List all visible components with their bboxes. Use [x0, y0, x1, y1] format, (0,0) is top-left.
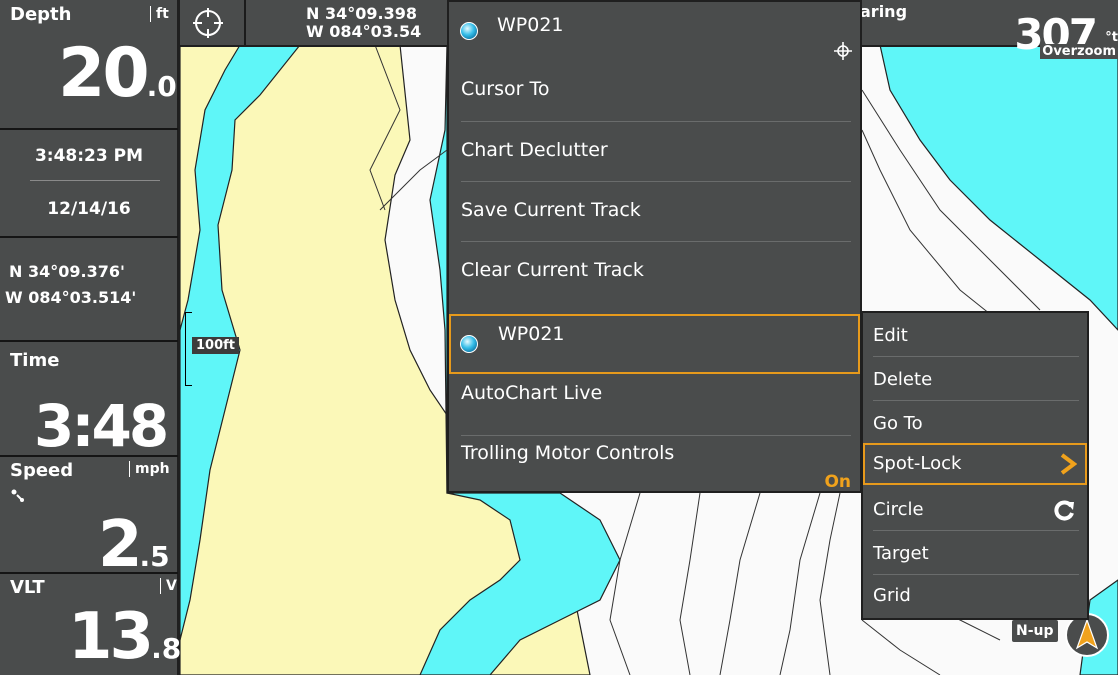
overzoom-label: Overzoom	[1040, 44, 1118, 59]
chevron-right-icon	[1060, 453, 1077, 475]
sidebar-divider	[0, 572, 178, 574]
trolling-status: On	[824, 472, 851, 492]
time-label: Time	[10, 350, 60, 371]
bearing-label: aring	[860, 2, 908, 21]
speed-label: Speed	[10, 460, 74, 481]
menu-header-waypoint[interactable]: WP021	[449, 2, 860, 62]
sidebar-divider	[0, 128, 178, 130]
boat-longitude: W 084°03.514'	[5, 288, 137, 307]
depth-label: Depth	[10, 4, 72, 25]
speed-decimal: .5	[139, 540, 170, 573]
data-sidebar: Depth ft 20.0 3:48:23 PM 12/14/16 N 34°0…	[0, 0, 181, 675]
speed-readout: 2.5	[98, 508, 170, 582]
voltage-label: VLT	[10, 577, 45, 598]
submenu-item-target[interactable]: Target	[863, 533, 1087, 575]
voltage-readout: 13.8	[68, 600, 181, 674]
sidebar-divider	[0, 236, 178, 238]
menu-item-label: WP021	[498, 323, 565, 345]
voltage-decimal: .8	[151, 632, 182, 665]
submenu-item-spot-lock[interactable]: Spot-Lock	[863, 443, 1087, 485]
submenu-item-grid[interactable]: Grid	[863, 575, 1087, 617]
submenu-item-go-to[interactable]: Go To	[863, 403, 1087, 445]
depth-value: 20	[58, 34, 150, 113]
submenu-item-circle[interactable]: Circle	[863, 489, 1087, 531]
menu-item-label: Cursor To	[461, 78, 550, 100]
waypoint-icon	[460, 335, 478, 353]
cursor-latitude: N 34°09.398	[306, 4, 417, 23]
sidebar-separator	[30, 180, 160, 181]
speed-value: 2	[98, 508, 142, 582]
clock-value: 3:48:23 PM	[34, 146, 144, 166]
circle-arrow-icon	[1054, 500, 1074, 521]
topbar-divider	[244, 0, 246, 45]
depth-unit: ft	[150, 6, 169, 22]
menu-item-label: Trolling Motor Controls	[461, 442, 675, 464]
sidebar-divider	[0, 340, 178, 342]
waypoint-icon	[460, 22, 478, 40]
cursor-longitude: W 084°03.54	[306, 22, 422, 41]
submenu-item-label: Go To	[873, 413, 923, 434]
depth-readout: 20.0	[58, 34, 177, 113]
menu-item-chart-declutter[interactable]: Chart Declutter	[449, 122, 860, 182]
menu-separator	[873, 530, 1079, 531]
speed-unit: mph	[129, 461, 170, 477]
submenu-item-delete[interactable]: Delete	[863, 359, 1087, 401]
orientation-label[interactable]: N-up	[1012, 620, 1058, 642]
depth-decimal: .0	[146, 70, 177, 103]
menu-item-clear-current-track[interactable]: Clear Current Track	[449, 242, 860, 302]
submenu-item-edit[interactable]: Edit	[863, 315, 1087, 357]
menu-item-label: AutoChart Live	[461, 382, 603, 404]
menu-item-label: Chart Declutter	[461, 139, 608, 161]
waypoint-submenu: Edit Delete Go To Spot-Lock Circle Targe…	[861, 311, 1089, 620]
time-value: 3:48	[34, 392, 169, 460]
menu-separator	[873, 400, 1079, 401]
menu-item-label: Clear Current Track	[461, 259, 644, 281]
boat-latitude: N 34°09.376'	[9, 262, 125, 281]
map-scale-label: 100ft	[192, 337, 240, 354]
menu-separator	[873, 356, 1079, 357]
fish-finder-screen: 100ft N-up N 34°09.398 W 084°03.54 aring…	[0, 0, 1118, 675]
crosshair-icon[interactable]	[193, 8, 223, 38]
menu-item-autochart-live[interactable]: AutoChart Live	[449, 374, 860, 436]
submenu-item-label: Circle	[873, 499, 924, 520]
waypoint-context-menu: WP021 Cursor To Chart Declutter Save Cur…	[447, 0, 862, 493]
submenu-item-label: Grid	[873, 585, 911, 606]
voltage-unit: V	[160, 578, 177, 594]
submenu-item-label: Delete	[873, 369, 933, 390]
menu-item-waypoint-selected[interactable]: WP021	[449, 314, 860, 374]
bearing-unit: °t	[1105, 30, 1118, 45]
menu-header-label: WP021	[497, 14, 564, 36]
satellite-icon	[11, 489, 24, 502]
submenu-item-label: Edit	[873, 325, 908, 346]
menu-item-label: Save Current Track	[461, 199, 641, 221]
menu-item-save-current-track[interactable]: Save Current Track	[449, 182, 860, 242]
menu-item-cursor-to[interactable]: Cursor To	[449, 62, 860, 122]
cursor-crosshair-icon	[834, 42, 852, 60]
submenu-item-label: Spot-Lock	[873, 453, 962, 474]
menu-item-trolling-motor-controls[interactable]: Trolling Motor Controls On	[449, 434, 860, 494]
date-value: 12/14/16	[47, 199, 131, 219]
voltage-value: 13	[68, 600, 154, 674]
sidebar-divider	[0, 455, 178, 457]
submenu-item-label: Target	[873, 543, 929, 564]
map-scale-bracket	[185, 312, 192, 386]
